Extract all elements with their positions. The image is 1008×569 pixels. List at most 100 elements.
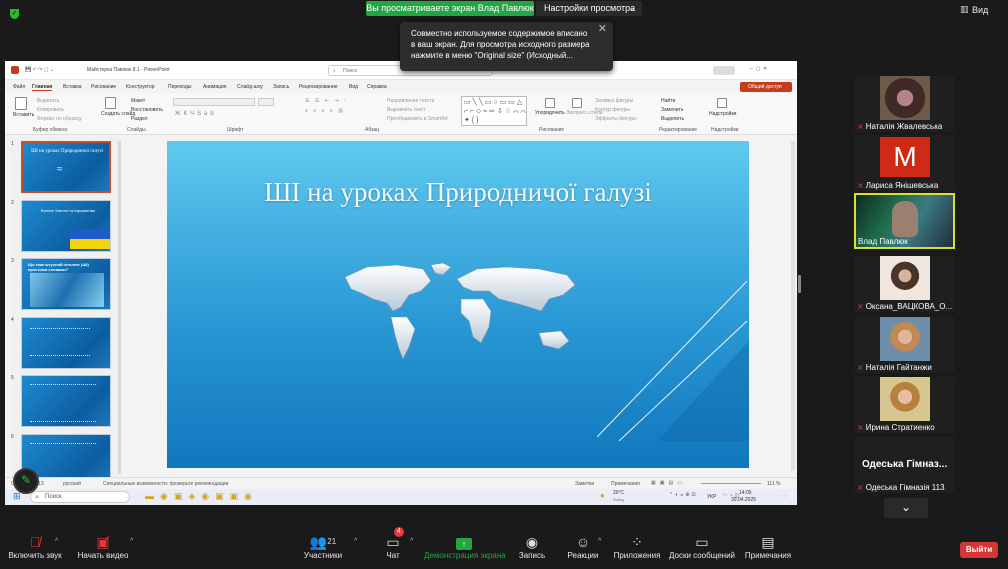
account-avatar[interactable] — [713, 66, 735, 75]
annotate-button[interactable]: ✎ — [13, 468, 39, 494]
slide-thumbnail-3[interactable]: Що таке штучний інтелект (ШІ) простими с… — [21, 258, 111, 310]
notes-icon: ▤ — [761, 534, 775, 550]
slide-thumbnail-2[interactable]: Вчитель Фізичної та Інформатики — [21, 200, 111, 252]
shape-outline-button[interactable]: Контур фигуры — [595, 107, 630, 113]
quick-styles-icon[interactable] — [572, 98, 582, 108]
language-indicator[interactable]: русский — [63, 481, 81, 487]
unmute-button[interactable]: 🎙̸ Включить звук — [6, 525, 64, 569]
addins-label: Надстройки — [709, 111, 737, 117]
select-button[interactable]: Выделить — [661, 116, 684, 122]
arrange-icon[interactable] — [545, 98, 555, 108]
taskbar-app-icons[interactable]: ▬◉▣◈◉▣▣◉ — [145, 491, 258, 502]
notification-icon[interactable]: ◌ — [783, 493, 786, 499]
view-grid-icon[interactable]: ▥ — [960, 4, 969, 15]
video-options-caret[interactable]: ^ — [130, 538, 133, 545]
apps-button[interactable]: ⁘ Приложения — [612, 525, 662, 569]
tab-insert[interactable]: Вставка — [63, 84, 82, 90]
addins-icon[interactable] — [717, 98, 727, 108]
tab-transitions[interactable]: Переходы — [168, 84, 191, 90]
comments-button[interactable]: Примечания — [611, 481, 640, 487]
leave-button[interactable]: Выйти — [960, 542, 998, 558]
tab-help[interactable]: Справка — [367, 84, 387, 90]
tab-slideshow[interactable]: Слайд-шоу — [237, 84, 263, 90]
slide-thumbnail-1[interactable]: ШІ на уроках Природничої галузі ≈ — [21, 141, 111, 193]
find-button[interactable]: Найти — [661, 98, 675, 104]
tab-file[interactable]: Файл — [13, 84, 25, 90]
participant-tile[interactable]: Одеська Гімназ... ⨯ Одеська Гімназія 113 — [854, 437, 955, 493]
reactions-button[interactable]: ☺ Реакции — [564, 525, 602, 569]
chat-caret[interactable]: ^ — [410, 538, 413, 545]
share-button[interactable]: Общий доступ — [740, 82, 792, 92]
paste-icon[interactable] — [15, 97, 27, 110]
accessibility-checker[interactable]: Специальные возможности: проверьте реком… — [103, 481, 228, 487]
participant-tile[interactable]: ⨯ Наталія Гайтанжи — [854, 317, 955, 373]
notes-button[interactable]: Заметки — [575, 481, 594, 487]
window-controls[interactable]: – ▢ ✕ — [750, 66, 767, 72]
view-mode-button[interactable]: Вид — [972, 5, 988, 15]
zoom-level[interactable]: 111 % — [767, 481, 780, 487]
share-screen-button[interactable]: ↑ Демонстрация экрана — [424, 525, 506, 569]
more-participants-button[interactable]: ⌄ — [884, 498, 928, 518]
clock-time: 14:05 — [739, 490, 752, 496]
start-video-button[interactable]: ▣̸ Начать видео — [76, 525, 130, 569]
text-direction-button[interactable]: Направление текста — [387, 98, 434, 104]
input-language[interactable]: УКР — [707, 494, 716, 500]
tab-view[interactable]: Вид — [349, 84, 358, 90]
reset-button[interactable]: Восстановить — [131, 107, 163, 113]
format-painter-button[interactable]: Формат по образцу — [37, 116, 82, 122]
tab-draw[interactable]: Рисование — [91, 84, 116, 90]
pen-icon: ✎ — [21, 473, 32, 487]
view-options-dropdown[interactable]: Настройки просмотра ⌄ — [536, 1, 642, 16]
reactions-caret[interactable]: ^ — [598, 538, 601, 545]
new-slide-icon[interactable] — [105, 97, 116, 109]
align-text-button[interactable]: Выровнять текст — [387, 107, 426, 113]
participants-button[interactable]: 👥21 Участники — [300, 525, 346, 569]
replace-button[interactable]: Заменить — [661, 107, 683, 113]
layout-button[interactable]: Макет — [131, 98, 145, 104]
shape-fill-button[interactable]: Заливка фигуры — [595, 98, 633, 104]
shapes-gallery[interactable]: ▭ ╲ ╲ ▭ ○ ▭ ▭ △ ⌐ ⌐ ⬦ ⌁ ⇨ ⇩ ☆ ⌒ ⌒ ✦ { } — [461, 96, 527, 126]
smartart-button[interactable]: Преобразовать в SmartArt — [387, 116, 448, 122]
copy-button[interactable]: Копировать — [37, 107, 64, 113]
tab-design[interactable]: Конструктор — [126, 84, 155, 90]
font-size-select[interactable] — [258, 98, 274, 106]
tab-record[interactable]: Запись — [273, 84, 289, 90]
encryption-shield-icon[interactable]: ✓ — [10, 9, 19, 19]
font-format-buttons[interactable]: ЖКЧSab — [175, 111, 217, 117]
tab-animations[interactable]: Анимация — [203, 84, 226, 90]
panel-resize-handle[interactable] — [798, 275, 801, 293]
participant-name: Влад Павлюк — [858, 237, 908, 246]
font-name-select[interactable] — [173, 98, 255, 106]
shape-effects-button[interactable]: Эффекты фигуры — [595, 116, 637, 122]
participant-tile[interactable]: ⨯ Оксана_ВАЦКОВА_О... — [854, 256, 955, 312]
participant-tile[interactable]: ⨯ Ирина Стратиенко — [854, 377, 955, 433]
zoom-slider[interactable] — [701, 483, 761, 484]
section-button[interactable]: Раздел — [131, 116, 148, 122]
slide-thumbnail-4[interactable] — [21, 317, 111, 369]
view-buttons[interactable]: ▦▣▤▭ — [651, 480, 686, 486]
slide-scrollbar[interactable] — [791, 141, 795, 471]
slide-thumbnail-5[interactable] — [21, 375, 111, 427]
whiteboards-button[interactable]: ▭ Доски сообщений — [668, 525, 736, 569]
thumbnail-scrollbar[interactable] — [118, 141, 121, 474]
participants-caret[interactable]: ^ — [354, 538, 357, 545]
chat-button[interactable]: ▭ 4 Чат — [378, 525, 408, 569]
quick-access-icons[interactable]: 💾 ↶ ↷ ▢ ⌄ — [25, 67, 54, 73]
avatar-initial: M — [880, 137, 930, 177]
close-icon[interactable]: ✕ — [598, 24, 607, 35]
cut-button[interactable]: Вырезать — [37, 98, 59, 104]
align-buttons[interactable]: ≡ ≡ ≡ ≡ ▥ — [305, 108, 345, 114]
tray-icons[interactable]: ⌃◐◒⊕⊡ — [669, 492, 698, 498]
tab-home[interactable]: Главная — [32, 84, 53, 91]
participant-tile[interactable]: M ⨯ Лариса Янішевська — [854, 135, 955, 191]
current-slide[interactable]: ШІ на уроках Природничої галузі — [167, 141, 749, 468]
list-buttons[interactable]: ☰ ☰ ⇤ ⇥ ↕ — [305, 98, 348, 104]
mic-muted-icon: ⨯ — [857, 423, 864, 432]
audio-options-caret[interactable]: ^ — [55, 538, 58, 545]
record-button[interactable]: ◉ Запись — [514, 525, 550, 569]
participant-tile-active-speaker[interactable]: Влад Павлюк — [854, 193, 955, 249]
notes-button[interactable]: ▤ Примечания — [742, 525, 794, 569]
tab-review[interactable]: Рецензирование — [299, 84, 338, 90]
taskbar-search[interactable]: ⌕ Поиск — [30, 491, 130, 503]
participant-tile[interactable]: ⨯ Наталія Жвалевська — [854, 76, 955, 132]
